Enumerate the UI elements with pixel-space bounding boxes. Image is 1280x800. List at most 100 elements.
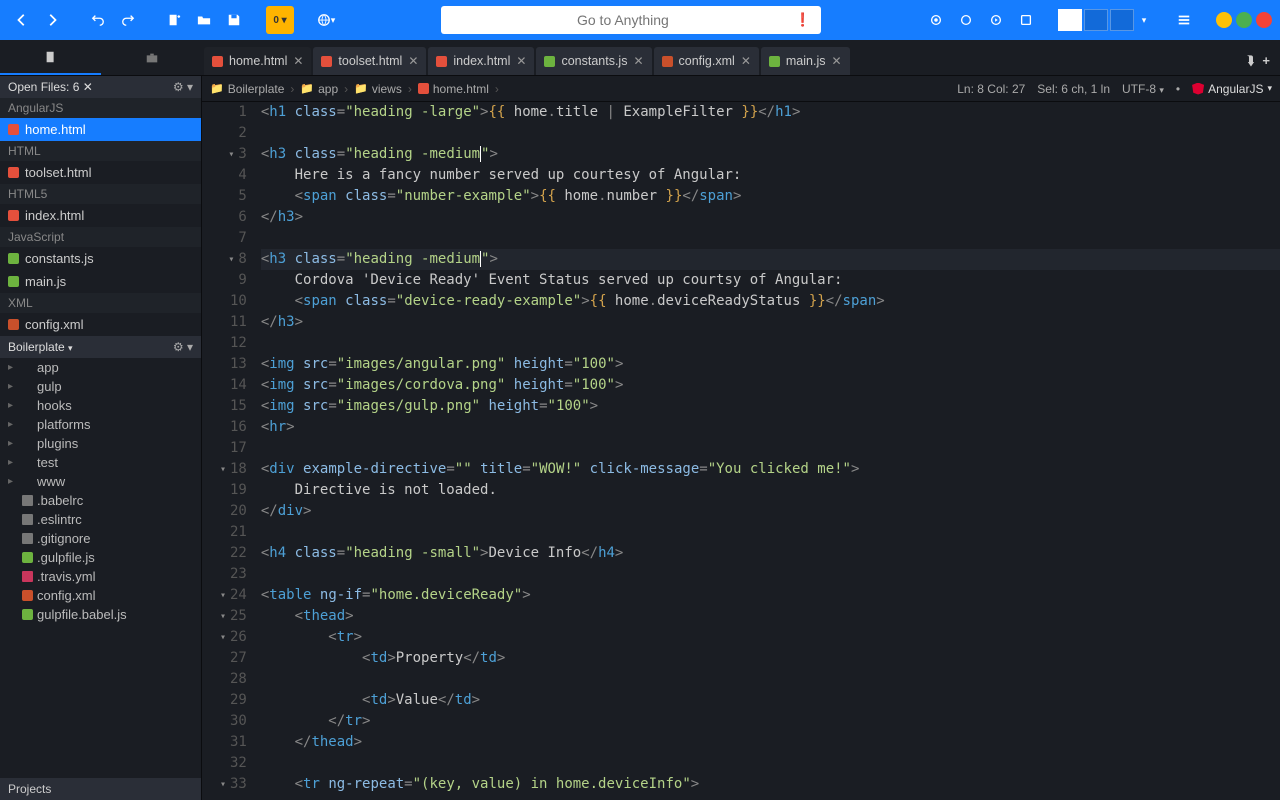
code-line[interactable]: <h3 class="heading -medium"> bbox=[261, 144, 1280, 165]
code-line[interactable] bbox=[261, 228, 1280, 249]
code-line[interactable]: <table ng-if="home.deviceReady"> bbox=[261, 585, 1280, 606]
tree-item[interactable]: ▸plugins bbox=[0, 434, 201, 453]
caret-icon[interactable]: ▸ bbox=[8, 400, 18, 411]
panel-dropdown[interactable]: ▾ bbox=[1136, 6, 1152, 34]
tree-item[interactable]: .gitignore bbox=[0, 529, 201, 548]
code-line[interactable]: <hr> bbox=[261, 417, 1280, 438]
sidebar-tab-toolbox[interactable] bbox=[101, 40, 202, 75]
tree-item[interactable]: gulpfile.babel.js bbox=[0, 605, 201, 624]
new-file-button[interactable] bbox=[160, 6, 188, 34]
editor-tab[interactable]: home.html✕ bbox=[204, 47, 311, 75]
editor-tab[interactable]: config.xml✕ bbox=[654, 47, 759, 75]
language-selector[interactable]: AngularJS ▾ bbox=[1192, 82, 1272, 96]
window-close-button[interactable] bbox=[1256, 12, 1272, 28]
code-line[interactable] bbox=[261, 753, 1280, 774]
tree-item[interactable]: ▸test bbox=[0, 453, 201, 472]
fold-toggle[interactable]: ▾ bbox=[216, 774, 226, 795]
undo-button[interactable] bbox=[84, 6, 112, 34]
window-maximize-button[interactable] bbox=[1236, 12, 1252, 28]
record-macro-button[interactable] bbox=[922, 6, 950, 34]
open-file-item[interactable]: constants.js bbox=[0, 247, 201, 270]
caret-icon[interactable]: ▸ bbox=[8, 381, 18, 392]
editor-tab[interactable]: constants.js✕ bbox=[536, 47, 651, 75]
code-line[interactable]: <td>Property</td> bbox=[261, 648, 1280, 669]
projects-footer[interactable]: Projects bbox=[0, 778, 201, 800]
code-line[interactable]: <span class="number-example">{{ home.num… bbox=[261, 186, 1280, 207]
tab-overflow-button[interactable]: ⮯ bbox=[1247, 53, 1255, 69]
breadcrumb-item[interactable]: 📁app bbox=[300, 82, 338, 96]
bottom-panel-toggle[interactable] bbox=[1084, 9, 1108, 31]
tree-item[interactable]: ▸app bbox=[0, 358, 201, 377]
save-button[interactable] bbox=[220, 6, 248, 34]
open-file-item[interactable]: home.html bbox=[0, 118, 201, 141]
menu-button[interactable] bbox=[1170, 6, 1198, 34]
encoding[interactable]: UTF-8 ▾ bbox=[1122, 82, 1164, 96]
code-line[interactable]: <span class="device-ready-example">{{ ho… bbox=[261, 291, 1280, 312]
tree-item[interactable]: .gulpfile.js bbox=[0, 548, 201, 567]
code-line[interactable]: Here is a fancy number served up courtes… bbox=[261, 165, 1280, 186]
open-file-button[interactable] bbox=[190, 6, 218, 34]
breadcrumb-item[interactable]: 📁Boilerplate bbox=[210, 82, 284, 96]
code-line[interactable]: <div example-directive="" title="WOW!" c… bbox=[261, 459, 1280, 480]
breadcrumb-item[interactable]: home.html bbox=[418, 82, 489, 96]
code-line[interactable]: <thead> bbox=[261, 606, 1280, 627]
fold-toggle[interactable]: ▾ bbox=[224, 249, 234, 270]
code-line[interactable]: <img src="images/angular.png" height="10… bbox=[261, 354, 1280, 375]
gear-icon[interactable]: ⚙ ▾ bbox=[173, 80, 193, 94]
caret-icon[interactable]: ▸ bbox=[8, 362, 18, 373]
code-line[interactable] bbox=[261, 522, 1280, 543]
left-panel-toggle[interactable] bbox=[1058, 9, 1082, 31]
code-line[interactable] bbox=[261, 669, 1280, 690]
redo-button[interactable] bbox=[114, 6, 142, 34]
fold-toggle[interactable]: ▾ bbox=[216, 606, 226, 627]
editor-tab[interactable]: toolset.html✕ bbox=[313, 47, 426, 75]
code-line[interactable]: <tr ng-repeat="(key, value) in home.devi… bbox=[261, 774, 1280, 795]
caret-icon[interactable]: ▸ bbox=[8, 438, 18, 449]
code-line[interactable]: <tr> bbox=[261, 627, 1280, 648]
search-input[interactable] bbox=[451, 12, 795, 28]
tab-close-icon[interactable]: ✕ bbox=[408, 54, 418, 68]
close-icon[interactable]: ✕ bbox=[83, 80, 93, 94]
chevron-down-icon[interactable]: ▾ bbox=[68, 343, 73, 353]
browser-preview-button[interactable]: ▾ bbox=[312, 6, 340, 34]
breadcrumb-item[interactable]: 📁views bbox=[354, 82, 402, 96]
window-minimize-button[interactable] bbox=[1216, 12, 1232, 28]
fold-toggle[interactable]: ▾ bbox=[216, 459, 226, 480]
code-line[interactable]: <img src="images/gulp.png" height="100"> bbox=[261, 396, 1280, 417]
tab-close-icon[interactable]: ✕ bbox=[516, 54, 526, 68]
tab-close-icon[interactable]: ✕ bbox=[741, 54, 751, 68]
tree-item[interactable]: ▸gulp bbox=[0, 377, 201, 396]
caret-icon[interactable]: ▸ bbox=[8, 476, 18, 487]
open-file-item[interactable]: index.html bbox=[0, 204, 201, 227]
fold-toggle[interactable]: ▾ bbox=[224, 144, 234, 165]
play-macro-button[interactable] bbox=[982, 6, 1010, 34]
code-line[interactable]: </div> bbox=[261, 501, 1280, 522]
tree-item[interactable]: ▸hooks bbox=[0, 396, 201, 415]
caret-icon[interactable]: ▸ bbox=[8, 457, 18, 468]
gear-icon[interactable]: ⚙ ▾ bbox=[173, 340, 193, 354]
code-line[interactable]: </thead> bbox=[261, 732, 1280, 753]
tree-item[interactable]: ▸www bbox=[0, 472, 201, 491]
code-line[interactable]: </h3> bbox=[261, 207, 1280, 228]
editor-tab[interactable]: index.html✕ bbox=[428, 47, 534, 75]
forward-button[interactable] bbox=[38, 6, 66, 34]
save-macro-button[interactable] bbox=[1012, 6, 1040, 34]
tree-item[interactable]: .babelrc bbox=[0, 491, 201, 510]
new-tab-button[interactable]: + bbox=[1262, 53, 1270, 69]
sidebar-tab-places[interactable] bbox=[0, 40, 101, 75]
sync-button[interactable]: 0 ▾ bbox=[266, 6, 294, 34]
back-button[interactable] bbox=[8, 6, 36, 34]
code-line[interactable]: </h3> bbox=[261, 312, 1280, 333]
code-line[interactable] bbox=[261, 564, 1280, 585]
code-editor[interactable]: 12▾34567▾891011121314151617▾181920212223… bbox=[202, 102, 1280, 800]
goto-anything-search[interactable]: ❗ bbox=[441, 6, 821, 34]
open-file-item[interactable]: config.xml bbox=[0, 313, 201, 336]
tab-close-icon[interactable]: ✕ bbox=[831, 54, 841, 68]
tab-close-icon[interactable]: ✕ bbox=[633, 54, 643, 68]
fold-toggle[interactable]: ▾ bbox=[216, 585, 226, 606]
editor-tab[interactable]: main.js✕ bbox=[761, 47, 850, 75]
caret-icon[interactable]: ▸ bbox=[8, 419, 18, 430]
code-line[interactable]: </tr> bbox=[261, 711, 1280, 732]
code-line[interactable]: <h1 class="heading -large">{{ home.title… bbox=[261, 102, 1280, 123]
tree-item[interactable]: config.xml bbox=[0, 586, 201, 605]
